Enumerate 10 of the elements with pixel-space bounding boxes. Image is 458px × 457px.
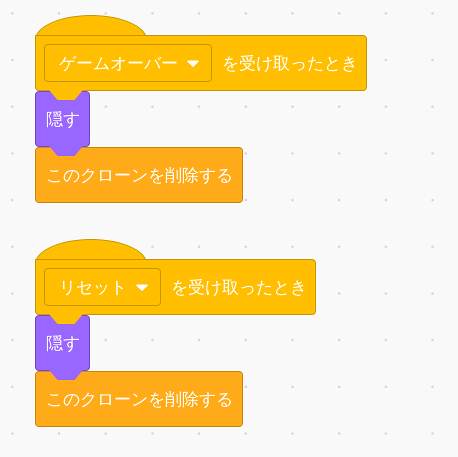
- block-label: を受け取ったとき: [222, 52, 358, 74]
- dropdown-caret-icon: [136, 284, 148, 290]
- delete-clone-block: このクローンを削除する: [35, 371, 243, 427]
- block-label: を受け取ったとき: [171, 276, 307, 298]
- message-dropdown[interactable]: リセット: [44, 268, 161, 306]
- message-dropdown[interactable]: ゲームオーバー: [44, 44, 212, 82]
- delete-clone-block: このクローンを削除する: [35, 147, 243, 203]
- hide-block: 隠す: [35, 315, 90, 371]
- dropdown-caret-icon: [187, 60, 199, 66]
- hide-block: 隠す: [35, 91, 90, 147]
